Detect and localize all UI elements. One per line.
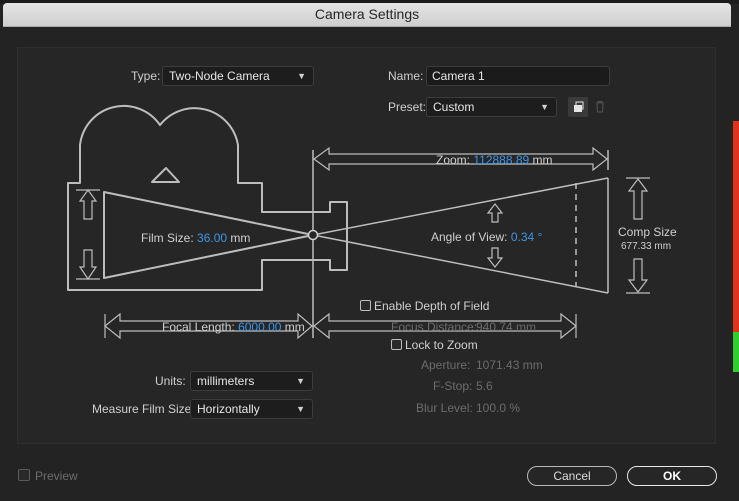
- chevron-down-icon: ▼: [296, 404, 305, 414]
- aperture-label: Aperture:: [421, 358, 471, 372]
- preset-select[interactable]: Custom ▼: [426, 97, 557, 117]
- enable-depth-of-field-checkbox[interactable]: [360, 300, 371, 311]
- comp-size-label: Comp Size: [618, 225, 677, 239]
- chevron-down-icon: ▼: [296, 376, 305, 386]
- measure-film-size-select[interactable]: Horizontally ▼: [190, 399, 313, 419]
- units-select-value: millimeters: [197, 374, 255, 388]
- angle-of-view-label: Angle of View:: [431, 230, 508, 244]
- lock-to-zoom-label: Lock to Zoom: [405, 338, 478, 352]
- preview-checkbox[interactable]: [18, 469, 30, 481]
- save-preset-icon: [574, 101, 584, 112]
- aperture-value: 1071.43 mm: [476, 358, 543, 372]
- preset-label: Preset:: [388, 100, 427, 114]
- angle-of-view-value[interactable]: 0.34: [511, 230, 534, 244]
- measure-film-size-label: Measure Film Size:: [92, 402, 195, 416]
- preset-select-value: Custom: [433, 100, 475, 114]
- chevron-down-icon: ▼: [297, 71, 306, 81]
- trash-icon: [596, 101, 604, 113]
- film-size-readout: Film Size: 36.00 mm: [141, 231, 250, 245]
- type-select[interactable]: Two-Node Camera ▼: [162, 66, 314, 86]
- angle-of-view-unit: °: [537, 230, 543, 244]
- zoom-label: Zoom:: [436, 153, 471, 167]
- settings-panel: [17, 47, 716, 444]
- units-select[interactable]: millimeters ▼: [190, 371, 313, 391]
- film-size-value[interactable]: 36.00: [197, 231, 227, 245]
- lock-to-zoom-checkbox[interactable]: [391, 339, 402, 350]
- fstop-value: 5.6: [476, 379, 493, 393]
- angle-of-view-readout: Angle of View: 0.34 °: [431, 230, 542, 244]
- dialog-title: Camera Settings: [3, 3, 731, 27]
- units-label: Units:: [155, 374, 186, 388]
- zoom-value[interactable]: 112888.89: [473, 153, 529, 167]
- background-red-bar: [733, 121, 739, 332]
- zoom-unit: mm: [532, 153, 553, 167]
- film-size-label: Film Size:: [141, 231, 194, 245]
- enable-depth-of-field-label: Enable Depth of Field: [374, 299, 490, 313]
- cancel-button[interactable]: Cancel: [527, 466, 617, 486]
- chevron-down-icon: ▼: [540, 102, 549, 112]
- preview-label: Preview: [35, 469, 78, 483]
- blur-level-label: Blur Level:: [416, 401, 473, 415]
- name-input[interactable]: Camera 1: [426, 66, 610, 86]
- blur-level-value: 100.0 %: [476, 401, 521, 415]
- focal-length-readout: Focal Length: 6000.00 mm: [162, 320, 305, 334]
- type-label: Type:: [131, 69, 161, 83]
- film-size-unit: mm: [230, 231, 251, 245]
- focal-length-label: Focal Length:: [162, 320, 235, 334]
- background-green-bar: [733, 332, 739, 372]
- ok-button[interactable]: OK: [627, 466, 717, 486]
- focus-distance-value: 940.74 mm: [476, 320, 537, 334]
- comp-size-value: 677.33 mm: [621, 241, 672, 252]
- focus-distance-label: Focus Distance:: [391, 320, 478, 334]
- focal-length-unit: mm: [284, 320, 305, 334]
- name-label: Name:: [388, 69, 424, 83]
- type-select-value: Two-Node Camera: [169, 69, 270, 83]
- delete-preset-button[interactable]: [590, 97, 610, 117]
- fstop-label: F-Stop:: [433, 379, 473, 393]
- zoom-readout: Zoom: 112888.89 mm: [436, 153, 553, 167]
- focal-length-value[interactable]: 6000.00: [238, 320, 281, 334]
- save-preset-button[interactable]: [568, 97, 588, 117]
- measure-film-size-select-value: Horizontally: [197, 402, 260, 416]
